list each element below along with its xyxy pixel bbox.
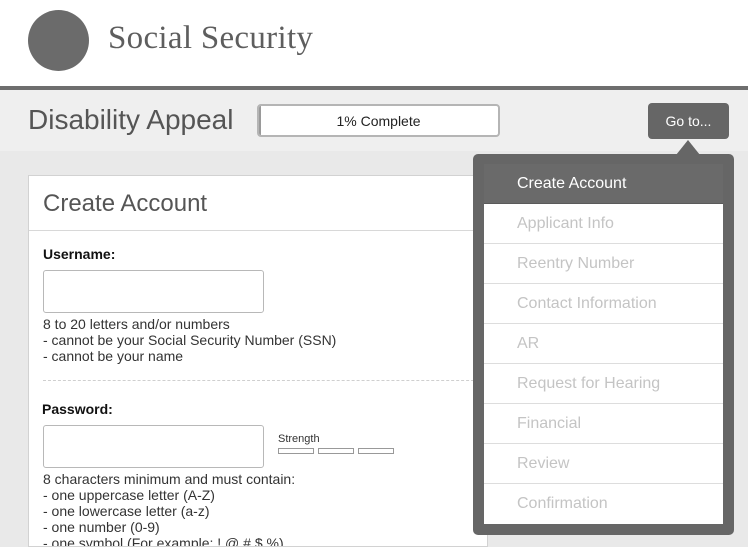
menu-item-contact-information[interactable]: Contact Information: [484, 284, 723, 324]
brand-title[interactable]: Social Security: [108, 20, 313, 57]
menu-item-confirmation[interactable]: Confirmation: [484, 484, 723, 524]
menu-item-create-account[interactable]: Create Account: [484, 164, 723, 204]
menu-item-review[interactable]: Review: [484, 444, 723, 484]
strength-segment: [318, 448, 354, 454]
progress-bar: 1% Complete: [257, 104, 500, 137]
password-hint-line: - one number (0-9): [43, 519, 160, 535]
menu-item-applicant-info[interactable]: Applicant Info: [484, 204, 723, 244]
toolbar: Disability Appeal 1% Complete Go to...: [0, 90, 748, 151]
menu-item-reentry-number[interactable]: Reentry Number: [484, 244, 723, 284]
password-hint-line: - one lowercase letter (a-z): [43, 503, 210, 519]
menu-item-ar[interactable]: AR: [484, 324, 723, 364]
goto-button[interactable]: Go to...: [648, 103, 729, 139]
password-hint: 8 characters minimum and must contain: -…: [43, 471, 296, 547]
menu-item-request-for-hearing[interactable]: Request for Hearing: [484, 364, 723, 404]
field-separator: [43, 380, 487, 381]
username-hint-line: - cannot be your name: [43, 348, 184, 364]
goto-menu: Create Account Applicant Info Reentry Nu…: [484, 164, 723, 524]
strength-segment: [358, 448, 394, 454]
password-hint-line: - one uppercase letter (A-Z): [43, 487, 215, 503]
password-hint-line: 8 characters minimum and must contain:: [43, 471, 296, 487]
create-account-card: Create Account Username: 8 to 20 letters…: [28, 175, 488, 547]
username-input[interactable]: [43, 270, 264, 313]
page-title: Disability Appeal: [28, 104, 234, 135]
menu-item-financial[interactable]: Financial: [484, 404, 723, 444]
goto-dropdown: Create Account Applicant Info Reentry Nu…: [473, 154, 734, 535]
strength-segment: [278, 448, 314, 454]
site-header: Social Security: [0, 0, 748, 86]
progress-label: 1% Complete: [336, 113, 421, 129]
username-hint-line: - cannot be your Social Security Number …: [43, 332, 337, 348]
strength-label: Strength: [278, 433, 320, 445]
card-title: Create Account: [43, 190, 208, 217]
dropdown-caret: [676, 140, 700, 155]
username-hint: 8 to 20 letters and/or numbers - cannot …: [43, 316, 336, 364]
username-label: Username:: [43, 246, 116, 262]
password-hint-line: - one symbol (For example: ! @ # $ %): [43, 535, 284, 547]
username-hint-line: 8 to 20 letters and/or numbers: [43, 316, 230, 332]
card-divider: [29, 230, 487, 231]
password-label: Password:: [42, 401, 113, 417]
password-input[interactable]: [43, 425, 264, 468]
circle-logo-icon[interactable]: [28, 10, 89, 71]
